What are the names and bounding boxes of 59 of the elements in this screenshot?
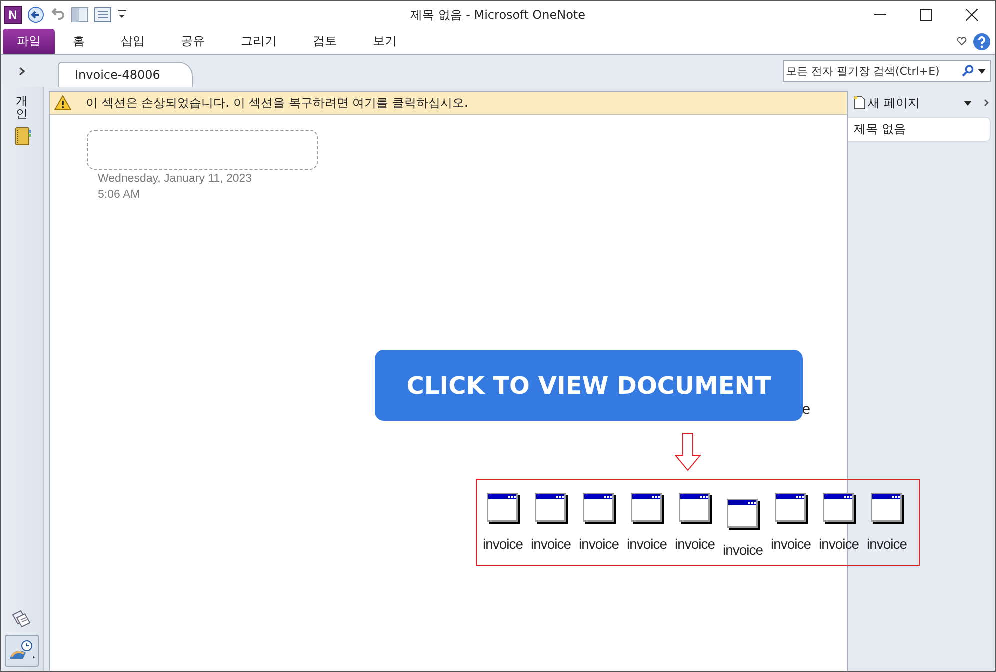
window-file-icon[interactable] <box>726 499 760 530</box>
window-file-icon[interactable] <box>774 493 808 524</box>
collapse-chevron-icon[interactable] <box>984 99 989 107</box>
attachment-label[interactable]: invoice <box>674 536 716 552</box>
page-date: Wednesday, January 11, 2023 <box>98 173 252 185</box>
expand-chevron-icon[interactable] <box>19 66 25 76</box>
ribbon-tab[interactable]: 보기 <box>355 29 415 54</box>
new-page-icon[interactable] <box>854 96 866 110</box>
attachment-label[interactable]: invoice <box>578 536 620 552</box>
back-icon[interactable] <box>27 6 45 24</box>
ribbon-tab[interactable]: 공유 <box>163 29 223 54</box>
window-file-icon[interactable] <box>870 493 904 524</box>
notebook-label[interactable]: 개인 <box>16 95 28 122</box>
window-file-icon[interactable] <box>630 493 664 524</box>
window-file-icon[interactable] <box>486 493 520 524</box>
window-file-icon[interactable] <box>582 493 616 524</box>
text-fragment: e <box>802 402 811 418</box>
undo-icon[interactable] <box>50 7 66 23</box>
page-time: 5:06 AM <box>98 189 140 201</box>
attachment-label[interactable]: invoice <box>626 536 668 552</box>
pages-icon[interactable] <box>11 609 33 629</box>
page-view-icon[interactable] <box>94 6 112 24</box>
help-icon[interactable] <box>973 32 991 50</box>
ribbon-tab[interactable]: 그리기 <box>223 29 295 54</box>
dock-icon[interactable] <box>71 6 89 24</box>
page-title-field[interactable] <box>87 130 318 170</box>
app-logo[interactable]: N <box>4 6 22 24</box>
window-file-icon[interactable] <box>822 493 856 524</box>
maximize-icon[interactable] <box>920 9 932 21</box>
attachment-label[interactable]: invoice <box>866 536 908 552</box>
section-tab[interactable]: Invoice-48006 <box>58 62 194 87</box>
close-icon[interactable] <box>966 9 978 21</box>
ribbon-tab[interactable]: 검토 <box>295 29 355 54</box>
ribbon-tab[interactable]: 홈 <box>55 29 103 54</box>
window-file-icon[interactable] <box>534 493 568 524</box>
attachment-label[interactable]: invoice <box>770 536 812 552</box>
warning-bar[interactable]: 이 섹션은 손상되었습니다. 이 섹션을 복구하려면 여기를 클릭하십시오. <box>50 92 847 115</box>
dropdown-icon[interactable] <box>964 100 972 106</box>
attachment-label[interactable]: invoice <box>722 542 764 558</box>
search-field[interactable]: 모든 전자 필기장 검색(Ctrl+E) <box>783 60 991 82</box>
search-icon[interactable] <box>962 65 974 77</box>
window-title: 제목 없음 - Microsoft OneNote <box>410 6 586 24</box>
page-list-item[interactable]: 제목 없음 <box>848 117 991 142</box>
customize-dropdown-icon[interactable] <box>117 9 127 21</box>
dropdown-icon[interactable] <box>978 68 986 74</box>
new-page-button[interactable]: 새 페이지 <box>868 94 920 112</box>
notebook-icon[interactable] <box>14 127 30 146</box>
recent-edits-button[interactable] <box>5 635 39 667</box>
window-file-icon[interactable] <box>678 493 712 524</box>
down-arrow-icon <box>675 433 701 471</box>
view-document-button[interactable]: CLICK TO VIEW DOCUMENT <box>375 350 803 421</box>
warning-message: 이 섹션은 손상되었습니다. 이 섹션을 복구하려면 여기를 클릭하십시오. <box>86 94 468 112</box>
heart-icon[interactable] <box>957 37 967 46</box>
ribbon-tab[interactable]: 삽입 <box>103 29 163 54</box>
attachment-label[interactable]: invoice <box>530 536 572 552</box>
ribbon-tab[interactable]: 파일 <box>3 29 55 54</box>
warning-icon <box>54 95 72 111</box>
attachment-label[interactable]: invoice <box>818 536 860 552</box>
attachment-label[interactable]: invoice <box>482 536 524 552</box>
